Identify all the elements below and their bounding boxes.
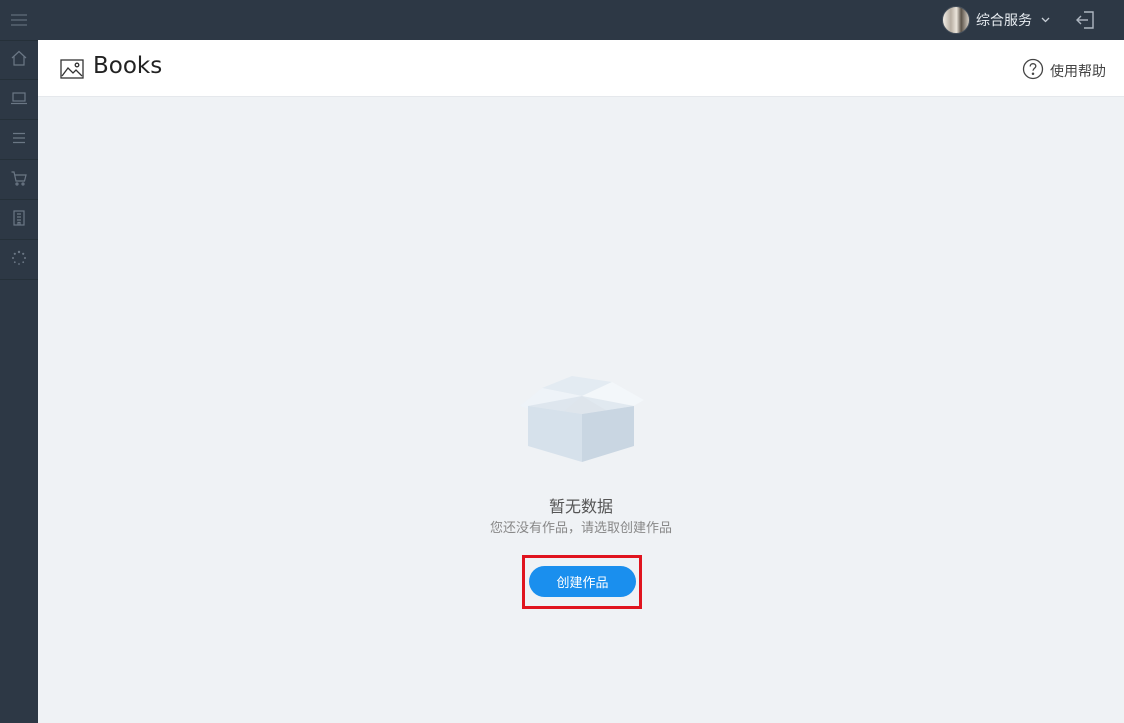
page-title: Books	[93, 53, 163, 79]
user-name: 综合服务	[976, 13, 1032, 29]
laptop-icon	[10, 89, 28, 111]
user-menu[interactable]: 综合服务	[942, 3, 1050, 37]
question-circle-icon	[1022, 58, 1044, 84]
hamburger-menu-icon[interactable]	[0, 0, 38, 40]
empty-box-icon	[516, 370, 648, 468]
main-content: 暂无数据 您还没有作品，请选取创建作品 创建作品	[38, 98, 1124, 723]
cart-icon	[10, 169, 28, 191]
sidebar-item-list[interactable]	[0, 120, 38, 160]
empty-state-description: 您还没有作品，请选取创建作品	[489, 521, 672, 536]
home-icon	[10, 49, 28, 71]
page-header: Books 使用帮助	[38, 40, 1124, 97]
chevron-down-icon	[1041, 15, 1050, 26]
building-icon	[10, 209, 28, 231]
loading-spinner-icon	[10, 249, 28, 271]
sidebar-item-loading[interactable]	[0, 240, 38, 280]
empty-state-title: 暂无数据	[548, 497, 613, 516]
create-work-button[interactable]: 创建作品	[529, 566, 636, 597]
sidebar-item-home[interactable]	[0, 40, 38, 80]
top-bar: 综合服务	[0, 0, 1124, 40]
list-icon	[10, 129, 28, 151]
sidebar-item-cart[interactable]	[0, 160, 38, 200]
sidebar	[0, 40, 38, 723]
image-icon	[60, 59, 84, 83]
help-label: 使用帮助	[1050, 64, 1106, 80]
avatar	[942, 6, 970, 34]
sidebar-item-laptop[interactable]	[0, 80, 38, 120]
logout-icon[interactable]	[1074, 8, 1098, 32]
help-link[interactable]: 使用帮助	[1022, 58, 1106, 84]
sidebar-item-building[interactable]	[0, 200, 38, 240]
